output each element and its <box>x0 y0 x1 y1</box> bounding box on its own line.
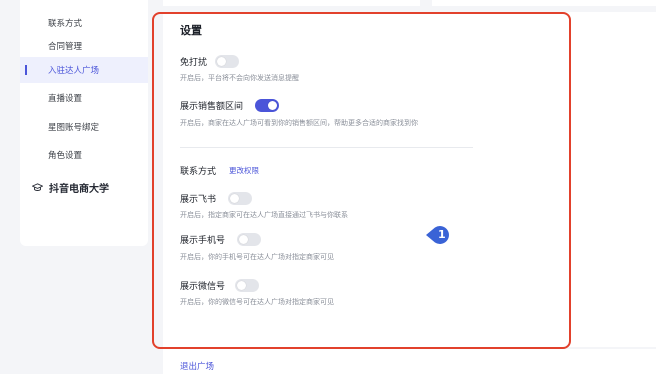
graduation-cap-icon <box>32 183 43 191</box>
sidebar-item-label: 角色设置 <box>48 151 83 161</box>
feishu-toggle[interactable] <box>228 192 252 205</box>
sidebar-item-label: 联系方式 <box>48 19 83 29</box>
sales-range-description: 开启后，商家在达人广场可看到你的销售额区间，帮助更多合适的商家找到你 <box>180 119 418 127</box>
toggle-knob <box>230 194 239 203</box>
active-indicator <box>25 65 27 75</box>
top-panel-strip-right <box>432 0 656 6</box>
phone-label: 展示手机号 <box>180 236 226 246</box>
sidebar-item-live-settings[interactable]: 直播设置 <box>20 85 148 111</box>
contact-section-title: 联系方式 <box>180 167 217 177</box>
dnd-description: 开启后，平台将不会向你发送消息提醒 <box>180 74 299 82</box>
sidebar-item-label: 合同管理 <box>48 42 83 52</box>
sidebar-item-role-settings[interactable]: 角色设置 <box>20 142 148 168</box>
settings-title: 设置 <box>180 24 202 37</box>
sidebar-item-contract[interactable]: 合同管理 <box>20 33 148 59</box>
dnd-label: 免打扰 <box>180 58 208 68</box>
annotation-badge: 1 <box>426 224 452 246</box>
section-divider <box>180 147 473 148</box>
sidebar-item-label: 星图账号绑定 <box>48 123 100 133</box>
annotation-number: 1 <box>438 228 446 241</box>
sidebar-section-label: 抖音电商大学 <box>49 184 109 195</box>
sidebar-item-label: 直播设置 <box>48 94 83 104</box>
toggle-knob <box>237 281 246 290</box>
dnd-toggle[interactable] <box>215 55 239 68</box>
top-panel-strip <box>163 0 420 6</box>
feishu-description: 开启后，指定商家可在达人广场直接通过飞书与你联系 <box>180 211 348 219</box>
toggle-knob <box>268 101 277 110</box>
wechat-toggle[interactable] <box>235 279 259 292</box>
toggle-knob <box>239 235 248 244</box>
footer-panel <box>163 349 656 374</box>
sidebar-item-join-square[interactable]: 入驻达人广场 <box>20 57 148 83</box>
phone-toggle[interactable] <box>237 233 261 246</box>
sidebar-item-label: 入驻达人广场 <box>48 66 100 76</box>
sales-range-label: 展示销售额区间 <box>180 102 244 112</box>
phone-description: 开启后，你的手机号可在达人广场对指定商家可见 <box>180 253 334 261</box>
wechat-description: 开启后，你的微信号可在达人广场对指定商家可见 <box>180 298 334 306</box>
sidebar-item-xingtu-binding[interactable]: 星图账号绑定 <box>20 114 148 140</box>
sidebar: 联系方式 合同管理 入驻达人广场 直播设置 星图账号绑定 角色设置 抖音电商大学 <box>20 0 148 246</box>
wechat-label: 展示微信号 <box>180 282 226 292</box>
change-permission-link[interactable]: 更改权限 <box>229 165 259 176</box>
toggle-knob <box>217 57 226 66</box>
sidebar-section-university[interactable]: 抖音电商大学 <box>32 180 109 195</box>
feishu-label: 展示飞书 <box>180 195 217 205</box>
sales-range-toggle[interactable] <box>255 99 279 112</box>
exit-square-link[interactable]: 退出广场 <box>180 360 214 372</box>
